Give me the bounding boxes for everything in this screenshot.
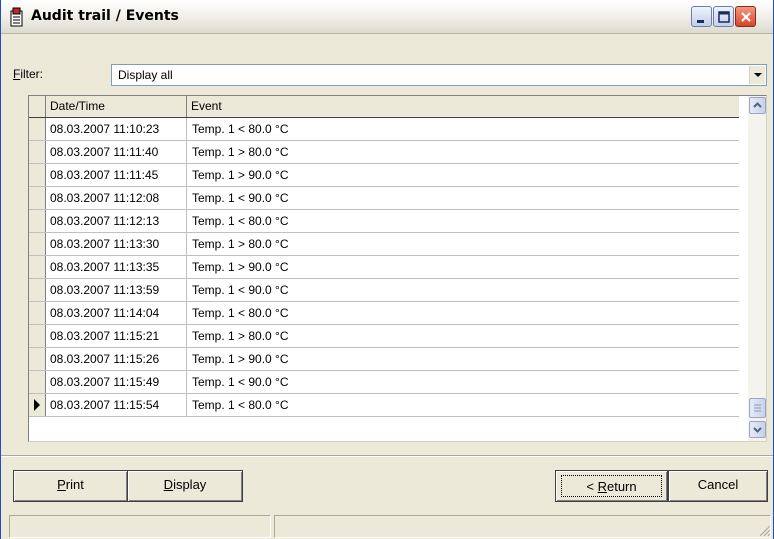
cell-event[interactable]: Temp. 1 < 80.0 °C [187,210,739,232]
table-row[interactable]: 08.03.2007 11:14:04 Temp. 1 < 80.0 °C [29,302,739,325]
cell-datetime[interactable]: 08.03.2007 11:13:30 [46,233,187,255]
cell-datetime[interactable]: 08.03.2007 11:15:26 [46,348,187,370]
cell-event[interactable]: Temp. 1 > 90.0 °C [187,348,739,370]
cell-datetime[interactable]: 08.03.2007 11:13:35 [46,256,187,278]
cell-datetime[interactable]: 08.03.2007 11:15:54 [46,394,187,416]
header-corner [29,96,46,117]
table-row[interactable]: 08.03.2007 11:15:21 Temp. 1 > 80.0 °C [29,325,739,348]
filter-dropdown[interactable]: Display all [111,64,767,86]
row-selector[interactable] [29,233,46,255]
status-panel-2 [274,515,771,538]
grid-rows: 08.03.2007 11:10:23 Temp. 1 < 80.0 °C 08.0… [29,118,739,417]
scroll-up-button[interactable] [749,97,766,114]
cancel-button[interactable]: Cancel [668,470,768,502]
row-selector[interactable] [29,394,46,416]
cell-datetime[interactable]: 08.03.2007 11:12:08 [46,187,187,209]
cell-datetime[interactable]: 08.03.2007 11:13:59 [46,279,187,301]
close-button[interactable] [735,6,756,27]
table-row[interactable]: 08.03.2007 11:11:40 Temp. 1 > 80.0 °C [29,141,739,164]
resize-grip-icon[interactable] [759,525,771,537]
filter-selected-value: Display all [118,68,173,82]
row-selector[interactable] [29,187,46,209]
table-row[interactable]: 08.03.2007 11:10:23 Temp. 1 < 80.0 °C [29,118,739,141]
app-icon [9,7,25,27]
cell-datetime[interactable]: 08.03.2007 11:15:21 [46,325,187,347]
maximize-icon [718,11,730,23]
row-selector[interactable] [29,279,46,301]
cell-event[interactable]: Temp. 1 < 90.0 °C [187,279,739,301]
close-icon [741,12,751,22]
cell-datetime[interactable]: 08.03.2007 11:15:49 [46,371,187,393]
scroll-thumb[interactable] [749,398,766,418]
minimize-icon [697,20,704,23]
cell-datetime[interactable]: 08.03.2007 11:14:04 [46,302,187,324]
table-row[interactable]: 08.03.2007 11:12:08 Temp. 1 < 90.0 °C [29,187,739,210]
row-pointer-icon [34,399,40,411]
display-button[interactable]: Display [127,470,243,502]
cell-datetime[interactable]: 08.03.2007 11:12:13 [46,210,187,232]
table-row[interactable]: 08.03.2007 11:15:26 Temp. 1 > 90.0 °C [29,348,739,371]
row-selector[interactable] [29,256,46,278]
minimize-button[interactable] [691,6,712,27]
table-row[interactable]: 08.03.2007 11:13:30 Temp. 1 > 80.0 °C [29,233,739,256]
grid-header: Date/Time Event [29,96,739,118]
cell-event[interactable]: Temp. 1 > 80.0 °C [187,233,739,255]
table-row[interactable]: 08.03.2007 11:13:59 Temp. 1 < 90.0 °C [29,279,739,302]
row-selector[interactable] [29,164,46,186]
row-selector[interactable] [29,371,46,393]
filter-label: Filter: [13,67,44,81]
table-row[interactable]: 08.03.2007 11:12:13 Temp. 1 < 80.0 °C [29,210,739,233]
row-selector[interactable] [29,348,46,370]
status-bar [1,512,773,539]
cell-datetime[interactable]: 08.03.2007 11:10:23 [46,118,187,140]
cell-event[interactable]: Temp. 1 < 80.0 °C [187,394,739,416]
cell-event[interactable]: Temp. 1 > 90.0 °C [187,256,739,278]
events-grid[interactable]: Date/Time Event 08.03.2007 11:10:23 Temp.… [28,95,767,442]
column-header-event[interactable]: Event [187,96,739,117]
cell-datetime[interactable]: 08.03.2007 11:11:45 [46,164,187,186]
cell-datetime[interactable]: 08.03.2007 11:11:40 [46,141,187,163]
cell-event[interactable]: Temp. 1 > 80.0 °C [187,141,739,163]
cell-event[interactable]: Temp. 1 < 90.0 °C [187,371,739,393]
title-bar[interactable]: Audit trail / Events [1,0,773,34]
row-selector[interactable] [29,302,46,324]
column-header-datetime[interactable]: Date/Time [46,96,187,117]
status-panel-1 [9,515,271,538]
thumb-grip-icon [754,404,761,412]
print-button[interactable]: Print [13,470,128,502]
return-button[interactable]: < Return [555,470,668,502]
cell-event[interactable]: Temp. 1 < 80.0 °C [187,118,739,140]
table-row[interactable]: 08.03.2007 11:15:54 Temp. 1 < 80.0 °C [29,394,739,417]
row-selector[interactable] [29,325,46,347]
table-row[interactable]: 08.03.2007 11:11:45 Temp. 1 > 90.0 °C [29,164,739,187]
row-selector[interactable] [29,210,46,232]
row-selector[interactable] [29,141,46,163]
row-selector[interactable] [29,118,46,140]
vertical-scrollbar[interactable] [748,96,766,441]
scroll-down-icon [753,427,762,433]
cell-event[interactable]: Temp. 1 < 80.0 °C [187,302,739,324]
maximize-button[interactable] [713,6,734,27]
window-title: Audit trail / Events [31,8,179,24]
table-row[interactable]: 08.03.2007 11:13:35 Temp. 1 > 90.0 °C [29,256,739,279]
audit-trail-window: Audit trail / Events Filter: Display all [0,0,774,539]
table-row[interactable]: 08.03.2007 11:15:49 Temp. 1 < 90.0 °C [29,371,739,394]
separator [1,455,773,457]
filter-dropdown-button[interactable] [749,66,765,84]
scroll-down-button[interactable] [749,421,766,438]
cell-event[interactable]: Temp. 1 > 90.0 °C [187,164,739,186]
cell-event[interactable]: Temp. 1 > 80.0 °C [187,325,739,347]
cell-event[interactable]: Temp. 1 < 90.0 °C [187,187,739,209]
scroll-up-icon [753,102,762,108]
chevron-down-icon [754,73,762,77]
